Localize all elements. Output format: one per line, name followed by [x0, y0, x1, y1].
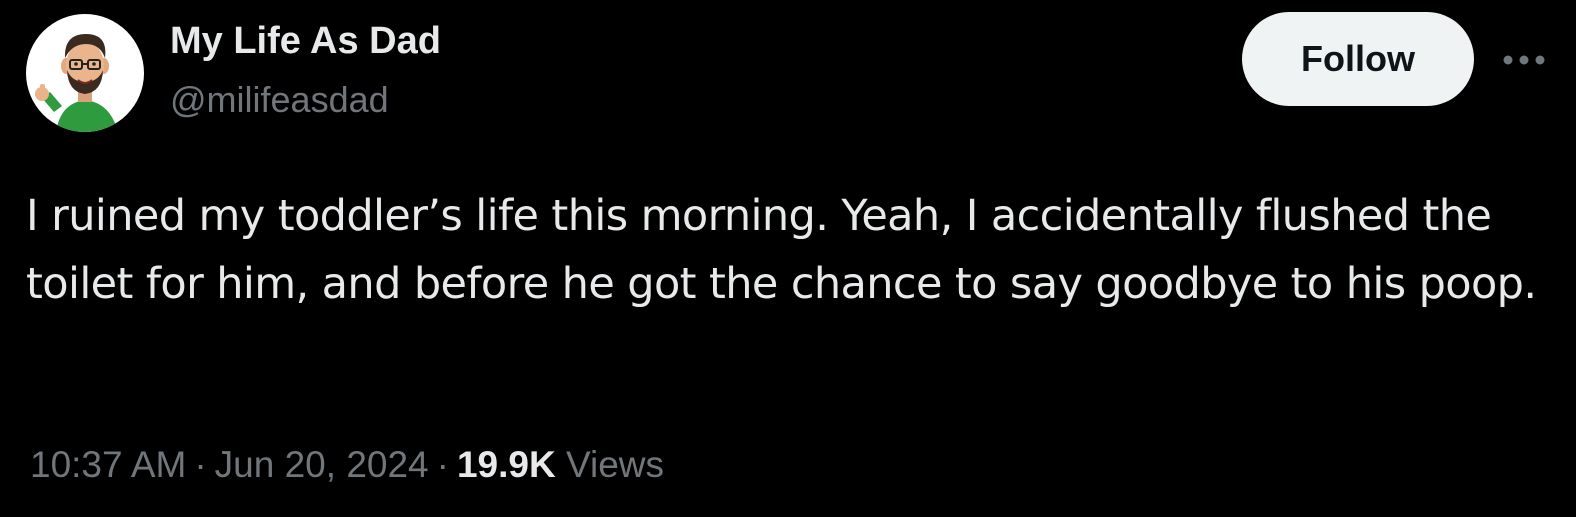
meta-separator: · — [436, 444, 449, 485]
tweet-card: My Life As Dad @milifeasdad Follow I rui… — [0, 0, 1576, 517]
follow-button[interactable]: Follow — [1242, 12, 1474, 106]
views-count[interactable]: 19.9K — [457, 444, 556, 485]
author-handle[interactable]: @milifeasdad — [170, 78, 389, 122]
more-options-button[interactable] — [1496, 40, 1552, 80]
tweet-time[interactable]: 10:37 AM — [30, 444, 186, 485]
bitmoji-avatar-icon — [35, 34, 118, 132]
views-label: Views — [565, 444, 665, 485]
tweet-meta: 10:37 AM · Jun 20, 2024 · 19.9K Views — [30, 440, 664, 490]
author-display-name[interactable]: My Life As Dad — [170, 18, 441, 64]
tweet-date[interactable]: Jun 20, 2024 — [215, 444, 429, 485]
meta-separator: · — [194, 444, 207, 485]
tweet-text: I ruined my toddler’s life this morning.… — [26, 191, 1537, 309]
author-avatar[interactable] — [26, 14, 144, 132]
more-horizontal-icon — [1503, 55, 1545, 65]
